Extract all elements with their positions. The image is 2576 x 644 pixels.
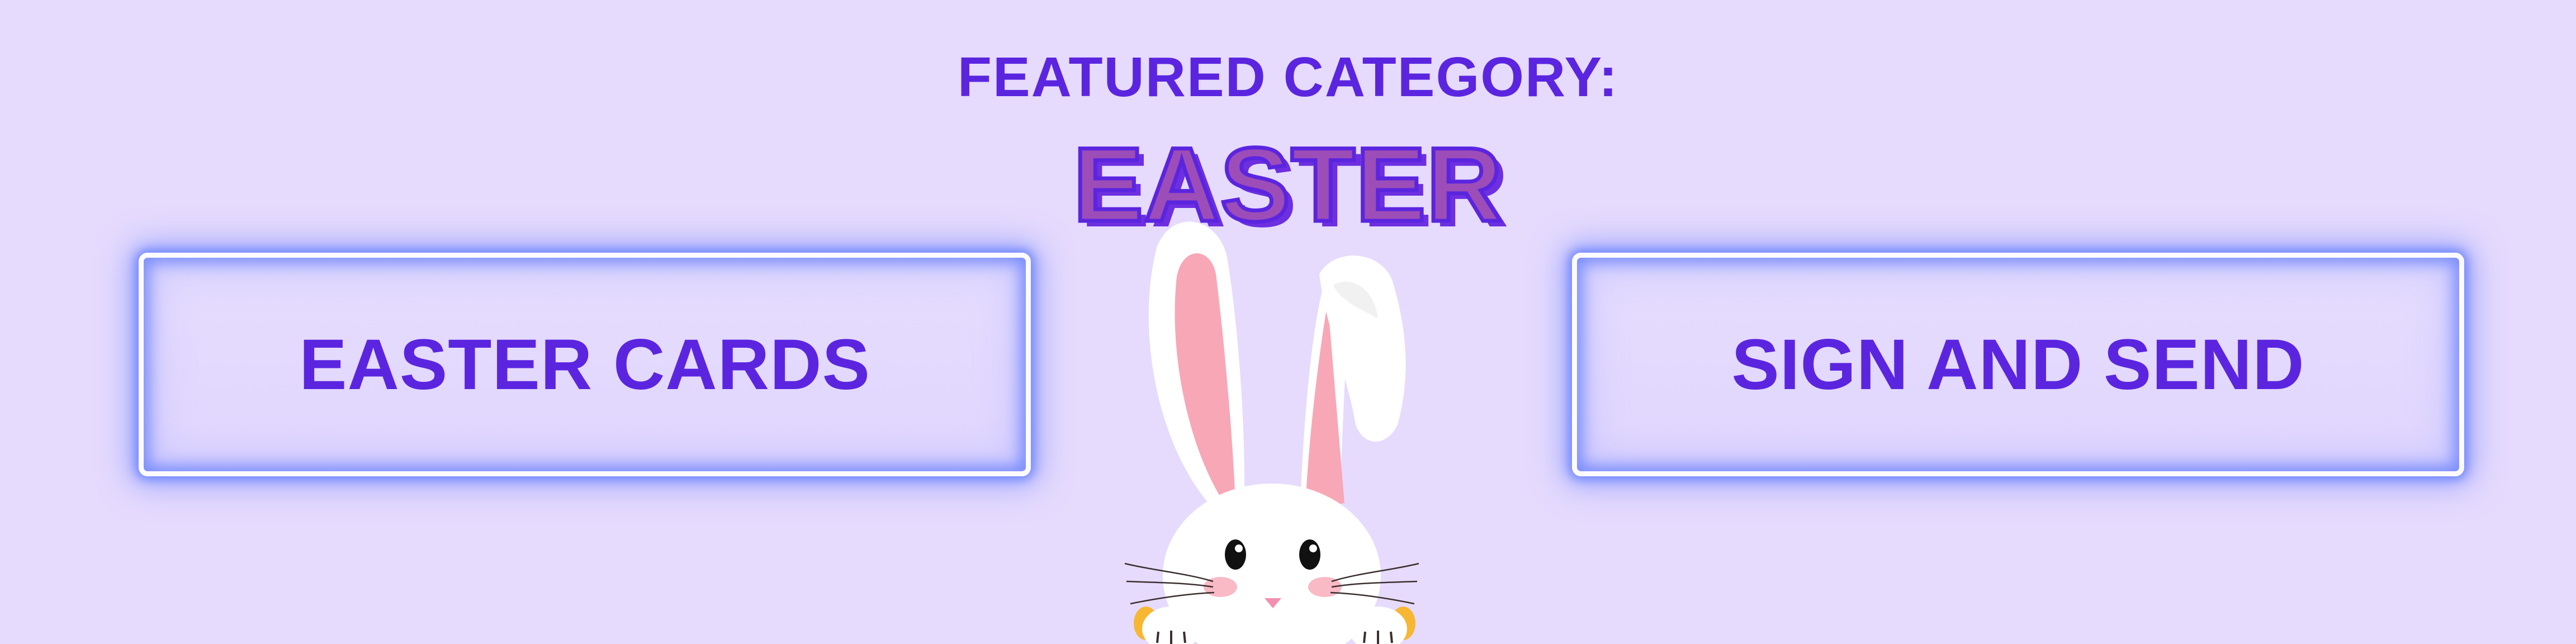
sign-and-send-button-label: SIGN AND SEND (1731, 324, 2305, 405)
easter-bunny-icon (1124, 221, 1419, 644)
bunny-left-ear (1148, 221, 1244, 514)
bunny-right-ear (1300, 255, 1406, 514)
sign-and-send-button[interactable]: SIGN AND SEND (1572, 253, 2464, 476)
easter-cards-button-label: EASTER CARDS (299, 324, 870, 405)
easter-featured-banner: FEATURED CATEGORY: EASTER EASTER CARDS S… (0, 0, 2576, 644)
easter-cards-button[interactable]: EASTER CARDS (139, 253, 1031, 476)
featured-category-label: FEATURED CATEGORY: (957, 46, 1619, 108)
